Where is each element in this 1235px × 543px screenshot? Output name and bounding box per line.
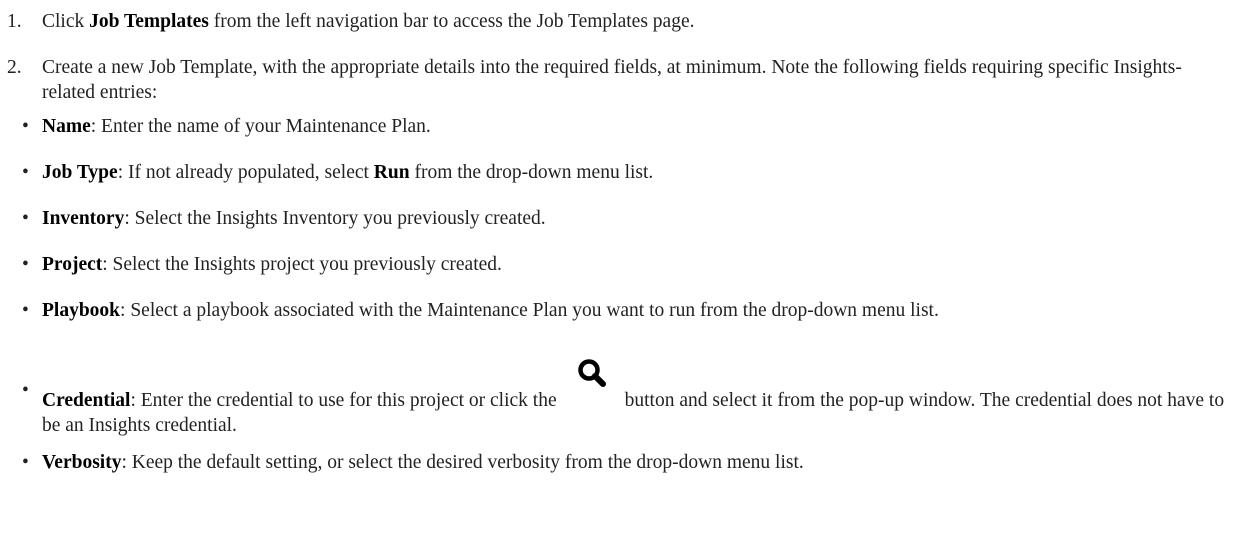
bullet-marker: • bbox=[22, 208, 29, 229]
bullet-name: • Name: Enter the name of your Maintenan… bbox=[22, 116, 431, 137]
bullet-verbosity: • Verbosity: Keep the default setting, o… bbox=[22, 452, 804, 473]
bullet-inventory: • Inventory: Select the Insights Invento… bbox=[22, 208, 546, 229]
bullet-marker: • bbox=[22, 116, 29, 137]
step-1: 1. Click Job Templates from the left nav… bbox=[0, 9, 1225, 34]
step-text: Click Job Templates from the left naviga… bbox=[42, 11, 695, 32]
run-label: Run bbox=[373, 162, 410, 183]
job-templates-label: Job Templates bbox=[89, 11, 209, 32]
step-number: 2. bbox=[7, 57, 22, 78]
bullet-credential: • Credential: Enter the credential to us… bbox=[0, 359, 1225, 438]
field-term: Project bbox=[42, 254, 103, 275]
search-icon bbox=[571, 359, 611, 408]
bullet-project: • Project: Select the Insights project y… bbox=[22, 254, 502, 275]
bullet-job-type: • Job Type: If not already populated, se… bbox=[22, 162, 654, 183]
field-term: Job Type bbox=[42, 162, 118, 183]
field-term: Playbook bbox=[42, 300, 121, 321]
step-2: 2. Create a new Job Template, with the a… bbox=[0, 55, 1225, 105]
bullet-marker: • bbox=[22, 162, 29, 183]
bullet-marker: • bbox=[22, 452, 29, 473]
step-number: 1. bbox=[7, 11, 22, 32]
field-term: Verbosity bbox=[42, 452, 122, 473]
bullet-marker: • bbox=[22, 254, 29, 275]
bullet-marker: • bbox=[22, 300, 29, 321]
field-term: Name bbox=[42, 116, 91, 137]
field-term: Inventory bbox=[42, 208, 125, 229]
bullet-marker: • bbox=[22, 380, 29, 401]
bullet-playbook: • Playbook: Select a playbook associated… bbox=[22, 300, 939, 321]
step-text: Create a new Job Template, with the appr… bbox=[42, 57, 1182, 103]
field-term: Credential bbox=[42, 390, 131, 411]
